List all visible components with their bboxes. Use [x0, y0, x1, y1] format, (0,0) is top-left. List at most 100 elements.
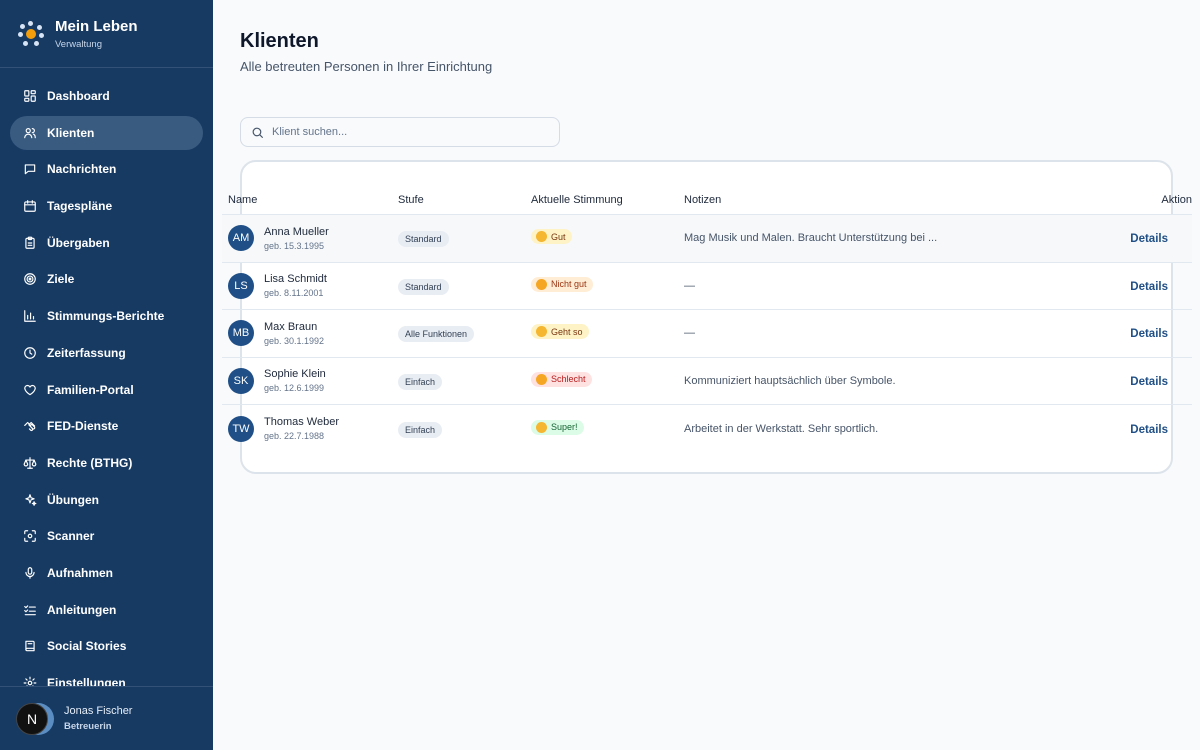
search-input[interactable] — [272, 126, 552, 138]
sidebar-item-stimmungs-berichte[interactable]: Stimmungs-Berichte — [10, 299, 203, 333]
sidebar-item-label: Rechte (BTHG) — [47, 455, 133, 470]
mood-label: Geht so — [551, 326, 583, 337]
mood-label: Gut — [551, 231, 566, 242]
user-name: Jonas Fischer — [64, 705, 133, 717]
mood-emoji-icon — [536, 326, 547, 338]
mood-badge: Schlecht — [531, 371, 592, 387]
users-icon — [23, 126, 37, 140]
client-avatar: MB — [228, 320, 254, 347]
sidebar-item-dashboard[interactable]: Dashboard — [10, 79, 203, 113]
header-stufe: Stufe — [398, 193, 424, 206]
mood-label: Nicht gut — [551, 279, 587, 290]
sidebar-item-scanner[interactable]: Scanner — [10, 519, 203, 553]
sidebar-item-label: Übergaben — [47, 235, 110, 250]
mood-emoji-icon — [536, 373, 547, 385]
mood-emoji-icon — [536, 231, 547, 243]
brand[interactable]: Mein Leben Verwaltung — [0, 0, 213, 68]
client-avatar: TW — [228, 415, 254, 442]
details-link[interactable]: Details — [1130, 376, 1168, 388]
table-row[interactable]: LS Lisa Schmidt geb. 8.11.2001 Standard Nich… — [222, 263, 1192, 310]
sidebar-item-zeiterfassung[interactable]: Zeiterfassung — [10, 336, 203, 370]
client-cell: TW Thomas Weber geb. 22.7.1988 — [222, 415, 398, 442]
client-birthdate: geb. 8.11.2001 — [264, 288, 324, 299]
target-icon — [23, 272, 37, 286]
book-icon — [23, 639, 37, 653]
client-name: Max Braun — [264, 320, 318, 333]
sidebar-item-ziele[interactable]: Ziele — [10, 262, 203, 296]
mood-badge: Super! — [531, 419, 584, 435]
mood-badge: Gut — [531, 229, 572, 245]
stufe-badge: Standard — [398, 231, 449, 248]
client-name: Sophie Klein — [264, 368, 326, 381]
stufe-badge: Alle Funktionen — [398, 326, 475, 343]
details-link[interactable]: Details — [1130, 328, 1168, 340]
table-row[interactable]: AM Anna Mueller geb. 15.3.1995 Standard Gut M… — [222, 215, 1192, 263]
brand-subtitle: Verwaltung — [55, 38, 103, 50]
sidebar-item-label: Aufnahmen — [47, 565, 113, 580]
handshake-icon — [23, 419, 37, 433]
bar-chart-icon — [23, 309, 37, 323]
sidebar-item-nachrichten[interactable]: Nachrichten — [10, 152, 203, 186]
sidebar-item-klienten[interactable]: Klienten — [10, 115, 203, 150]
client-notes: — — [684, 327, 695, 340]
client-cell: MB Max Braun geb. 30.1.1992 — [222, 320, 398, 347]
header-action: Aktion — [1161, 193, 1192, 206]
clock-icon — [23, 346, 37, 360]
sidebar-item-label: Tagespläne — [47, 199, 113, 214]
table-row[interactable]: TW Thomas Weber geb. 22.7.1988 Einfach Super… — [222, 405, 1192, 453]
clients-table: Name Stufe Aktuelle Stimmung Notizen Akt… — [222, 185, 1192, 453]
sidebar-item-übungen[interactable]: Übungen — [10, 483, 203, 517]
scale-icon — [23, 456, 37, 470]
sidebar-item-rechte-bthg[interactable]: Rechte (BTHG) — [10, 446, 203, 480]
sidebar-item-aufnahmen[interactable]: Aufnahmen — [10, 556, 203, 590]
page-title: Klienten — [240, 30, 319, 52]
details-link[interactable]: Details — [1130, 424, 1168, 436]
sidebar-item-label: Übungen — [47, 492, 99, 507]
sidebar-item-übergaben[interactable]: Übergaben — [10, 226, 203, 260]
user-profile[interactable]: N Jonas Fischer Betreuerin — [0, 686, 213, 750]
sidebar-item-label: Dashboard — [47, 89, 110, 103]
table-row[interactable]: SK Sophie Klein geb. 12.6.1999 Einfach Schle… — [222, 358, 1192, 405]
sidebar-item-social-stories[interactable]: Social Stories — [10, 629, 203, 663]
client-name: Anna Mueller — [264, 225, 329, 238]
mood-badge: Geht so — [531, 324, 589, 340]
client-avatar: AM — [228, 225, 254, 252]
client-notes: Arbeitet in der Werkstatt. Sehr sportlic… — [684, 422, 879, 435]
sidebar-item-label: Scanner — [47, 529, 95, 544]
client-cell: LS Lisa Schmidt geb. 8.11.2001 — [222, 272, 398, 299]
client-birthdate: geb. 12.6.1999 — [264, 383, 325, 394]
sidebar-item-label: Familien-Portal — [47, 382, 134, 397]
sidebar-item-fed-dienste[interactable]: FED-Dienste — [10, 409, 203, 443]
clipboard-icon — [23, 236, 37, 250]
details-link[interactable]: Details — [1130, 233, 1168, 245]
client-cell: SK Sophie Klein geb. 12.6.1999 — [222, 367, 398, 394]
mood-emoji-icon — [536, 421, 547, 433]
sidebar-item-familien-portal[interactable]: Familien-Portal — [10, 373, 203, 407]
sidebar-item-tagespläne[interactable]: Tagespläne — [10, 189, 203, 223]
client-cell: AM Anna Mueller geb. 15.3.1995 — [222, 225, 398, 252]
scan-icon — [23, 529, 37, 543]
client-name: Lisa Schmidt — [264, 273, 327, 286]
search-box[interactable] — [240, 117, 560, 147]
client-name: Thomas Weber — [264, 416, 339, 429]
mood-emoji-icon — [536, 278, 547, 290]
message-icon — [23, 162, 37, 176]
sidebar: Mein Leben Verwaltung Dashboard Klienten N… — [0, 0, 213, 750]
details-link[interactable]: Details — [1130, 281, 1168, 293]
header-notes: Notizen — [684, 193, 722, 206]
stufe-badge: Standard — [398, 278, 449, 295]
stufe-badge: Einfach — [398, 373, 443, 390]
client-avatar: SK — [228, 367, 254, 394]
table-row[interactable]: MB Max Braun geb. 30.1.1992 Alle Funktionen… — [222, 310, 1192, 358]
search-icon — [252, 127, 263, 138]
microphone-icon — [23, 566, 37, 580]
sidebar-item-label: Zeiterfassung — [47, 345, 126, 360]
sidebar-item-anleitungen[interactable]: Anleitungen — [10, 593, 203, 627]
client-birthdate: geb. 22.7.1988 — [264, 431, 325, 442]
heart-icon — [23, 383, 37, 397]
list-checks-icon — [23, 603, 37, 617]
dashboard-icon — [23, 89, 37, 103]
page-subtitle: Alle betreuten Personen in Ihrer Einrich… — [240, 59, 493, 74]
mood-badge: Nicht gut — [531, 276, 593, 292]
stufe-badge: Einfach — [398, 421, 443, 438]
